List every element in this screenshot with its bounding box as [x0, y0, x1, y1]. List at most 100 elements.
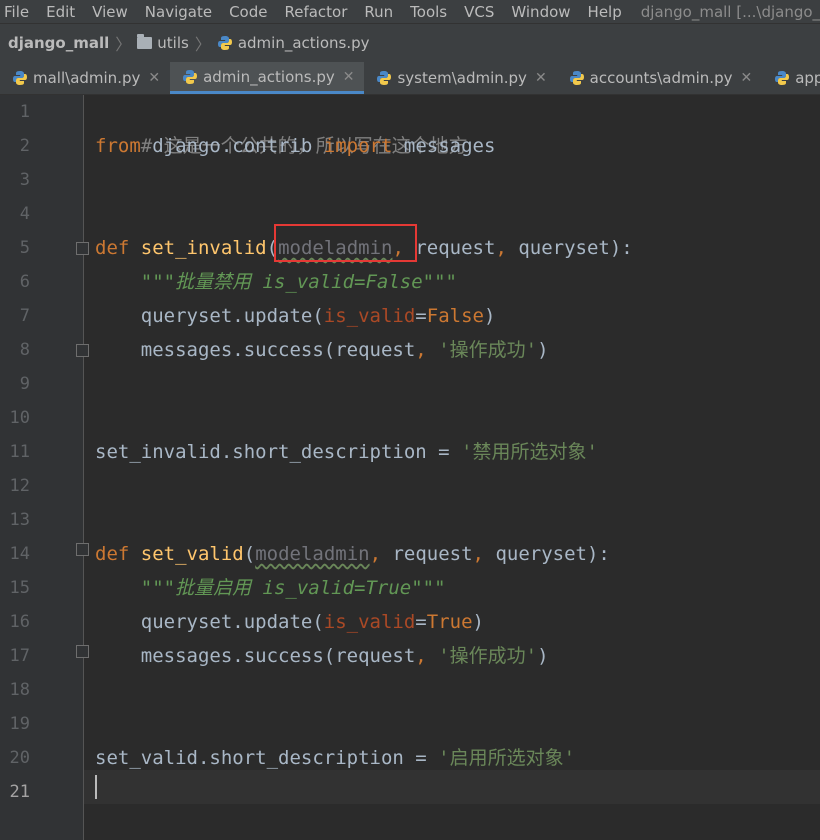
chevron-right-icon: 〉 [194, 35, 211, 54]
docstring: """批量启用 is_valid=True""" [95, 577, 446, 599]
line-number: 4 [19, 204, 30, 224]
menu-help[interactable]: Help [588, 3, 622, 21]
breadcrumb-project[interactable]: django_mall [8, 34, 109, 52]
code-line-16: queryset.update(is_valid=True) [95, 605, 484, 639]
python-file-icon [775, 71, 790, 85]
line-number: 20 [9, 748, 30, 768]
parameter: request [403, 237, 496, 259]
code-line-7: queryset.update(is_valid=False) [95, 299, 496, 333]
paren: ) [537, 339, 549, 361]
window-title: django_mall [...\django_m [640, 2, 820, 21]
line-number: 3 [19, 170, 30, 190]
paren: ) [537, 645, 549, 667]
keyword: def [95, 543, 130, 565]
tab-apps[interactable]: apps.py [762, 62, 820, 94]
close-icon[interactable]: ✕ [535, 70, 547, 86]
boolean-literal: False [426, 305, 484, 327]
code-editor[interactable]: 1 2 3 4 5 6 7 8 9 10 11 12 13 14 15 16 1… [0, 95, 820, 840]
line-number: 19 [9, 714, 30, 734]
line-number: 16 [9, 612, 30, 632]
menu-tools[interactable]: Tools [410, 3, 447, 21]
line-number-gutter: 1 2 3 4 5 6 7 8 9 10 11 12 13 14 15 16 1… [0, 95, 84, 840]
line-number-current: 21 [9, 782, 30, 802]
annotation-highlight-box [274, 224, 417, 262]
comma: , [415, 645, 427, 667]
code-line-15: """批量启用 is_valid=True""" [95, 571, 446, 605]
line-number: 14 [9, 544, 30, 564]
tab-label: admin_actions.py [203, 67, 335, 86]
string-literal: '禁用所选对象' [461, 441, 598, 463]
keyword-argument: is_valid [323, 611, 416, 633]
assignment: set_invalid.short_description = [95, 441, 462, 463]
menu-edit[interactable]: Edit [46, 3, 75, 21]
tab-label: system\admin.py [397, 69, 527, 87]
line-number: 6 [19, 272, 30, 292]
string-literal: '操作成功' [438, 645, 538, 667]
function-name: set_valid [140, 543, 244, 565]
close-icon[interactable]: ✕ [343, 69, 355, 85]
python-file-icon [13, 71, 27, 85]
call: messages.success(request [95, 339, 416, 361]
editor-tabs: mall\admin.py ✕ admin_actions.py ✕ syste… [0, 62, 820, 95]
equals: = [415, 611, 427, 633]
function-name: set_invalid [140, 237, 267, 259]
text-cursor [95, 775, 97, 799]
comma: , [472, 543, 484, 565]
breadcrumb-folder[interactable]: utils [157, 34, 189, 52]
current-line-highlight [84, 770, 820, 804]
close-icon[interactable]: ✕ [148, 70, 160, 86]
tab-mall-admin[interactable]: mall\admin.py ✕ [0, 62, 170, 94]
assignment: set_valid.short_description = [95, 747, 439, 769]
python-file-icon [569, 71, 584, 85]
menu-window[interactable]: Window [511, 3, 570, 21]
menu-vcs[interactable]: VCS [464, 3, 494, 21]
comma: , [415, 339, 427, 361]
call: queryset.update( [95, 305, 324, 327]
line-number: 8 [19, 340, 30, 360]
code-line-8: messages.success(request, '操作成功') [95, 333, 549, 367]
line-number: 15 [9, 578, 30, 598]
tab-system-admin[interactable]: system\admin.py ✕ [364, 62, 556, 94]
menu-refactor[interactable]: Refactor [284, 3, 347, 21]
tab-label: accounts\admin.py [589, 69, 733, 87]
tab-label: apps.py [795, 69, 820, 87]
line-number: 10 [9, 408, 30, 428]
fold-marker-icon[interactable] [76, 344, 89, 357]
line-number: 17 [9, 646, 30, 666]
tab-accounts-admin[interactable]: accounts\admin.py ✕ [557, 62, 763, 94]
tab-label: mall\admin.py [33, 69, 141, 87]
line-number: 2 [19, 136, 30, 156]
menu-run[interactable]: Run [364, 3, 393, 21]
menu-view[interactable]: View [92, 3, 128, 21]
close-icon[interactable]: ✕ [740, 70, 752, 86]
line-number: 11 [9, 442, 30, 462]
fold-marker-icon[interactable] [76, 645, 89, 658]
parameter: queryset): [484, 543, 610, 565]
line-number: 1 [19, 102, 30, 122]
menu-file[interactable]: File [4, 3, 29, 21]
call: queryset.update( [95, 611, 324, 633]
comma: , [495, 237, 507, 259]
line-number: 13 [9, 510, 30, 530]
code-line-14: def set_valid(modeladmin, request, query… [95, 537, 610, 571]
keyword-argument: is_valid [323, 305, 416, 327]
fold-marker-icon[interactable] [76, 242, 89, 255]
string-literal: '操作成功' [438, 339, 538, 361]
menu-navigate[interactable]: Navigate [145, 3, 212, 21]
code-line-20: set_valid.short_description = '启用所选对象' [95, 741, 575, 775]
folder-icon [137, 34, 153, 49]
unused-parameter: modeladmin [255, 543, 370, 565]
menu-code[interactable]: Code [229, 3, 267, 21]
python-file-icon [377, 71, 392, 85]
tab-admin-actions[interactable]: admin_actions.py ✕ [170, 62, 365, 94]
line-number: 5 [19, 238, 30, 258]
call: messages.success(request [95, 645, 416, 667]
chevron-right-icon: 〉 [115, 35, 132, 54]
python-file-icon [183, 69, 198, 84]
module-name: django.contrib [140, 135, 324, 157]
fold-marker-icon[interactable] [76, 543, 89, 556]
breadcrumb-file[interactable]: admin_actions.py [238, 34, 370, 52]
